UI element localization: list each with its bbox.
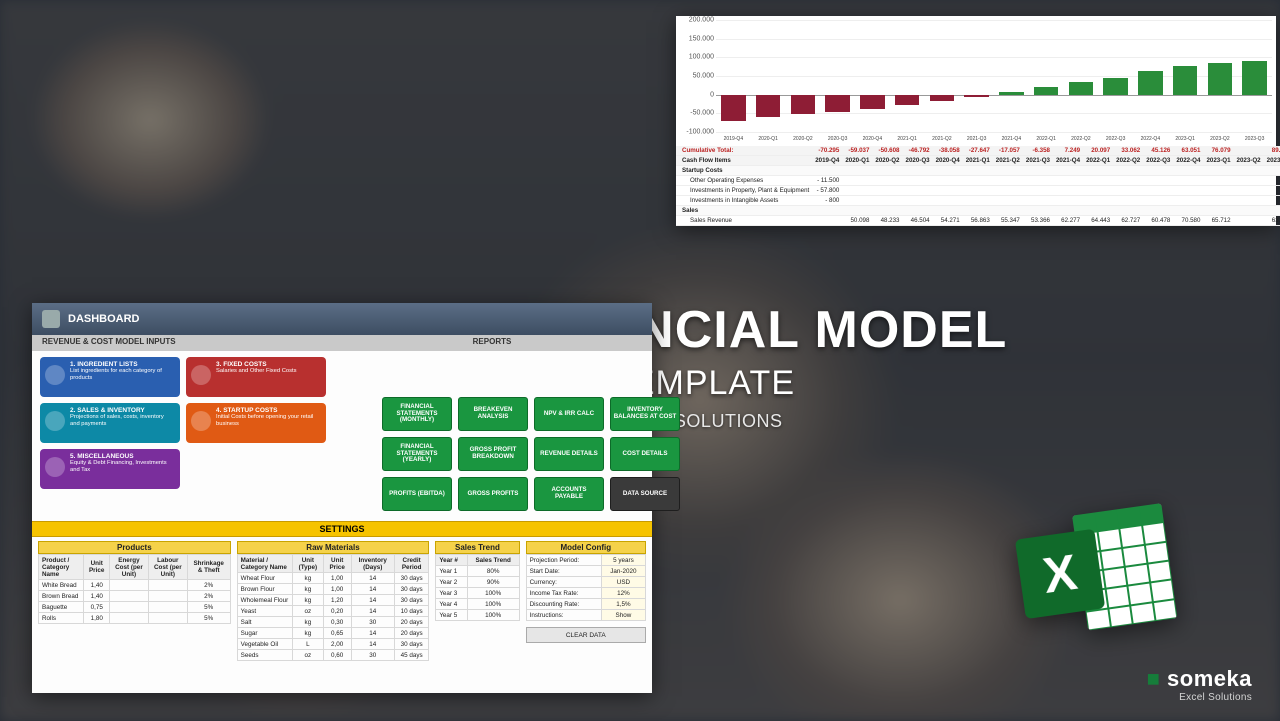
excel-x-icon: X	[1015, 529, 1105, 619]
someka-logo: ■ someka Excel Solutions	[1147, 666, 1252, 703]
report-button[interactable]: BREAKEVEN ANALYSIS	[458, 397, 528, 431]
report-button[interactable]: INVENTORY BALANCES AT COST	[610, 397, 680, 431]
sales-trend-title: Sales Trend	[435, 541, 519, 554]
report-button[interactable]: PROFITS (EBITDA)	[382, 477, 452, 511]
model-config-table: Projection Period:5 yearsStart Date:Jan-…	[526, 554, 646, 621]
settings-band: SETTINGS	[32, 521, 652, 537]
cashflow-chart-panel: -100.000-50.000050.000100.000150.000200.…	[676, 16, 1276, 226]
sales-trend-table: Year #Sales TrendYear 180%Year 290%Year …	[435, 554, 519, 621]
raw-materials-table: Material / Category NameUnit (Type)Unit …	[237, 554, 430, 661]
section-left-label: REVENUE & COST MODEL INPUTS	[42, 337, 342, 349]
clear-data-button[interactable]: CLEAR DATA	[526, 627, 646, 643]
products-table: Product / Category NameUnit PriceEnergy …	[38, 554, 231, 624]
sales-trend-box: Sales Trend Year #Sales TrendYear 180%Ye…	[435, 541, 519, 661]
report-button[interactable]: NPV & IRR CALC	[534, 397, 604, 431]
chart-x-labels: 2019-Q42020-Q12020-Q22020-Q32020-Q42021-…	[676, 136, 1276, 142]
report-button[interactable]: REVENUE DETAILS	[534, 437, 604, 471]
section-right-label: REPORTS	[342, 337, 642, 349]
cashflow-table: Cumulative Total:-70.295-59.037-50.608-4…	[676, 146, 1280, 226]
report-button[interactable]: FINANCIAL STATEMENTS (MONTHLY)	[382, 397, 452, 431]
nav-card[interactable]: 1. INGREDIENT LISTSList ingredients for …	[40, 357, 180, 397]
dashboard-header: DASHBOARD	[32, 303, 652, 335]
dashboard-title: DASHBOARD	[68, 313, 140, 325]
raw-materials-box: Raw Materials Material / Category NameUn…	[237, 541, 430, 661]
nav-card[interactable]: 3. FIXED COSTSSalaries and Other Fixed C…	[186, 357, 326, 397]
report-button[interactable]: DATA SOURCE	[610, 477, 680, 511]
dashboard-panel: DASHBOARD REVENUE & COST MODEL INPUTS RE…	[32, 303, 652, 693]
dashboard-icon	[42, 310, 60, 328]
report-button[interactable]: GROSS PROFIT BREAKDOWN	[458, 437, 528, 471]
excel-icon: X	[1011, 491, 1179, 651]
report-button[interactable]: FINANCIAL STATEMENTS (YEARLY)	[382, 437, 452, 471]
raw-materials-title: Raw Materials	[237, 541, 430, 554]
template-promo-stage: BAKERY FINANCIAL MODEL EXCEL TEMPLATE by…	[0, 0, 1280, 721]
dashboard-section-bar: REVENUE & COST MODEL INPUTS REPORTS	[32, 335, 652, 351]
model-config-box: Model Config Projection Period:5 yearsSt…	[526, 541, 646, 661]
report-button[interactable]: GROSS PROFITS	[458, 477, 528, 511]
products-box: Products Product / Category NameUnit Pri…	[38, 541, 231, 661]
someka-tagline: Excel Solutions	[1147, 692, 1252, 703]
dashboard-middle: 1. INGREDIENT LISTSList ingredients for …	[32, 351, 652, 521]
report-buttons: FINANCIAL STATEMENTS (MONTHLY)BREAKEVEN …	[32, 395, 680, 519]
report-button[interactable]: COST DETAILS	[610, 437, 680, 471]
report-button[interactable]: ACCOUNTS PAYABLE	[534, 477, 604, 511]
someka-wordmark: ■ someka	[1147, 666, 1252, 692]
chart-area: -100.000-50.000050.000100.000150.000200.…	[676, 16, 1276, 136]
products-title: Products	[38, 541, 231, 554]
settings-grid: Products Product / Category NameUnit Pri…	[32, 537, 652, 665]
model-config-title: Model Config	[526, 541, 646, 554]
